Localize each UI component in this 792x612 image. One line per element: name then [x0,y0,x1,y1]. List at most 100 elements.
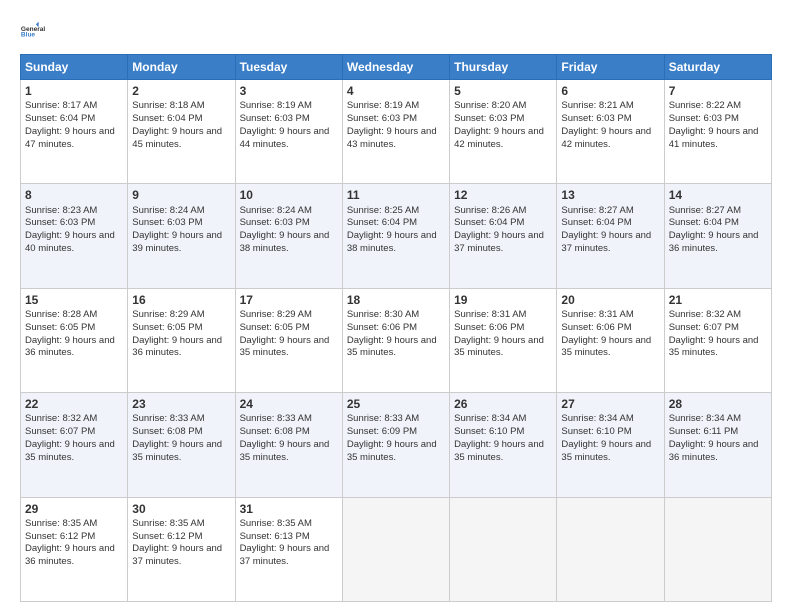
calendar-cell: 24Sunrise: 8:33 AMSunset: 6:08 PMDayligh… [235,393,342,497]
sunset-label: Sunset: 6:12 PM [25,531,95,542]
day-header-wednesday: Wednesday [342,55,449,80]
sunset-label: Sunset: 6:03 PM [25,217,95,228]
calendar-header: SundayMondayTuesdayWednesdayThursdayFrid… [21,55,772,80]
calendar-cell: 9Sunrise: 8:24 AMSunset: 6:03 PMDaylight… [128,184,235,288]
daylight-label: Daylight: 9 hours and 37 minutes. [132,543,222,567]
calendar-cell: 15Sunrise: 8:28 AMSunset: 6:05 PMDayligh… [21,288,128,392]
sunset-label: Sunset: 6:04 PM [132,113,202,124]
calendar-cell: 1Sunrise: 8:17 AMSunset: 6:04 PMDaylight… [21,80,128,184]
day-number: 23 [132,396,230,412]
daylight-label: Daylight: 9 hours and 35 minutes. [347,439,437,463]
sunrise-label: Sunrise: 8:32 AM [669,309,741,320]
sunset-label: Sunset: 6:09 PM [347,426,417,437]
sunset-label: Sunset: 6:03 PM [240,113,310,124]
day-number: 5 [454,83,552,99]
sunrise-label: Sunrise: 8:26 AM [454,205,526,216]
calendar-body: 1Sunrise: 8:17 AM Sunset: 6:04 PM Daylight… [21,80,772,602]
day-number: 3 [240,83,338,99]
daylight-label: Daylight: 9 hours and 37 minutes. [240,543,330,567]
day-number: 31 [240,501,338,517]
sunrise-label: Sunrise: 8:18 AM [132,100,204,111]
daylight-label: Daylight: 9 hours and 42 minutes. [561,126,651,150]
calendar-cell: 2Sunrise: 8:18 AMSunset: 6:04 PMDaylight… [128,80,235,184]
sunrise-label: Sunrise: 8:22 AM [669,100,741,111]
sunset-label: Sunset: 6:04 PM [561,217,631,228]
daylight-label: Daylight: 9 hours and 35 minutes. [561,439,651,463]
day-number: 19 [454,292,552,308]
calendar-cell: 4Sunrise: 8:19 AMSunset: 6:03 PMDaylight… [342,80,449,184]
sunrise-label: Sunrise: 8:33 AM [240,413,312,424]
daylight-label: Daylight: 9 hours and 36 minutes. [669,439,759,463]
day-number: 2 [132,83,230,99]
daylight-label: Daylight: 9 hours and 35 minutes. [454,439,544,463]
day-number: 6 [561,83,659,99]
day-header-saturday: Saturday [664,55,771,80]
calendar-cell: 22Sunrise: 8:32 AMSunset: 6:07 PMDayligh… [21,393,128,497]
sunrise-label: Sunrise: 8:27 AM [669,205,741,216]
calendar-cell: 19Sunrise: 8:31 AMSunset: 6:06 PMDayligh… [450,288,557,392]
day-number: 17 [240,292,338,308]
day-number: 13 [561,187,659,203]
daylight-label: Daylight: 9 hours and 39 minutes. [132,230,222,254]
sunrise-label: Sunrise: 8:19 AM [240,100,312,111]
day-number: 20 [561,292,659,308]
sunset-label: Sunset: 6:03 PM [132,217,202,228]
calendar-cell: 23Sunrise: 8:33 AMSunset: 6:08 PMDayligh… [128,393,235,497]
sunset-label: Sunset: 6:13 PM [240,531,310,542]
sunrise-label: Sunrise: 8:21 AM [561,100,633,111]
day-number: 22 [25,396,123,412]
sunrise-label: Sunrise: 8:24 AM [240,205,312,216]
sunset-label: Sunset: 6:03 PM [454,113,524,124]
sunrise-label: Sunrise: 8:33 AM [132,413,204,424]
sunrise-label: Sunrise: 8:35 AM [25,518,97,529]
day-number: 1 [25,83,123,99]
logo-icon: General Blue [20,16,48,44]
day-number: 27 [561,396,659,412]
calendar-cell: 10Sunrise: 8:24 AMSunset: 6:03 PMDayligh… [235,184,342,288]
logo: General Blue [20,16,48,44]
sunset-label: Sunset: 6:08 PM [132,426,202,437]
day-number: 25 [347,396,445,412]
daylight-label: Daylight: 9 hours and 36 minutes. [25,335,115,359]
day-header-friday: Friday [557,55,664,80]
calendar-cell: 28Sunrise: 8:34 AMSunset: 6:11 PMDayligh… [664,393,771,497]
sunset-label: Sunset: 6:08 PM [240,426,310,437]
page: General Blue SundayMondayTuesdayWednesda… [0,0,792,612]
calendar-week-4: 22Sunrise: 8:32 AMSunset: 6:07 PMDayligh… [21,393,772,497]
day-number: 8 [25,187,123,203]
sunrise-label: Sunrise: 8:20 AM [454,100,526,111]
calendar-cell: 3Sunrise: 8:19 AMSunset: 6:03 PMDaylight… [235,80,342,184]
sunrise-label: Sunrise: 8:30 AM [347,309,419,320]
calendar-cell: 25Sunrise: 8:33 AM Sunset: 6:09 PM Dayligh… [342,393,449,497]
calendar-week-5: 29Sunrise: 8:35 AMSunset: 6:12 PMDayligh… [21,497,772,601]
calendar-cell: 21Sunrise: 8:32 AMSunset: 6:07 PMDayligh… [664,288,771,392]
header-row: SundayMondayTuesdayWednesdayThursdayFrid… [21,55,772,80]
calendar-cell: 12Sunrise: 8:26 AMSunset: 6:04 PMDayligh… [450,184,557,288]
sunrise-label: Sunrise: 8:34 AM [669,413,741,424]
calendar-cell: 7Sunrise: 8:22 AMSunset: 6:03 PMDaylight… [664,80,771,184]
calendar-cell: 20Sunrise: 8:31 AMSunset: 6:06 PMDayligh… [557,288,664,392]
calendar-cell: 11Sunrise: 8:25 AMSunset: 6:04 PMDayligh… [342,184,449,288]
sunset-label: Sunset: 6:05 PM [132,322,202,333]
calendar-week-2: 8Sunrise: 8:23 AMSunset: 6:03 PMDaylight… [21,184,772,288]
sunrise-label: Sunrise: 8:29 AM [132,309,204,320]
daylight-label: Daylight: 9 hours and 36 minutes. [25,543,115,567]
sunset-label: Sunset: 6:04 PM [669,217,739,228]
calendar-cell: 13Sunrise: 8:27 AMSunset: 6:04 PMDayligh… [557,184,664,288]
daylight-label: Daylight: 9 hours and 35 minutes. [240,439,330,463]
day-number: 12 [454,187,552,203]
day-number: 29 [25,501,123,517]
sunset-label: Sunset: 6:06 PM [561,322,631,333]
day-number: 26 [454,396,552,412]
sunset-label: Sunset: 6:05 PM [25,322,95,333]
sunset-label: Sunset: 6:11 PM [669,426,739,437]
sunrise-label: Sunrise: 8:33 AM [347,413,419,424]
sunrise-label: Sunrise: 8:17 AM [25,100,97,111]
calendar-cell [664,497,771,601]
day-header-tuesday: Tuesday [235,55,342,80]
day-number: 11 [347,187,445,203]
sunrise-label: Sunrise: 8:19 AM [347,100,419,111]
daylight-label: Daylight: 9 hours and 35 minutes. [561,335,651,359]
calendar-cell: 16Sunrise: 8:29 AMSunset: 6:05 PMDayligh… [128,288,235,392]
daylight-label: Daylight: 9 hours and 35 minutes. [347,335,437,359]
